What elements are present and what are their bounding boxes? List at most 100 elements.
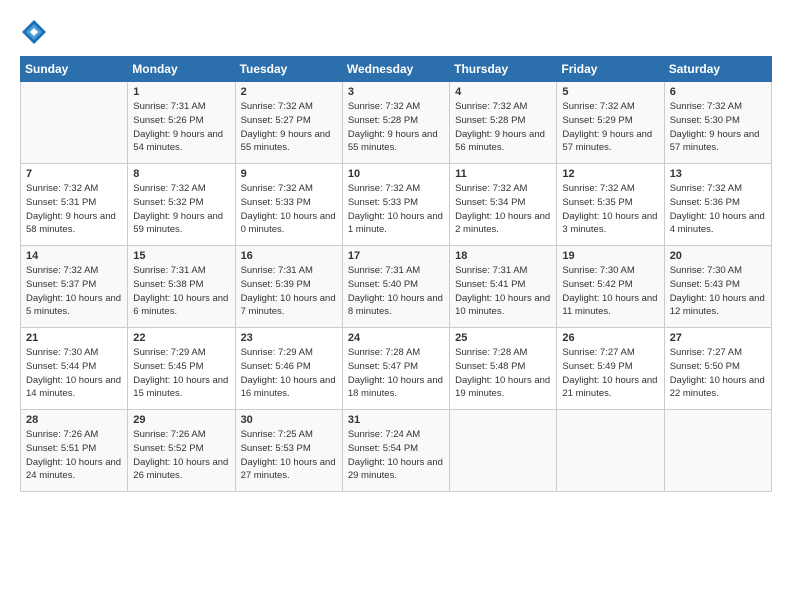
sunrise-text: Sunrise: 7:29 AM [241, 347, 313, 358]
sunset-text: Sunset: 5:40 PM [348, 279, 418, 290]
sunset-text: Sunset: 5:42 PM [562, 279, 632, 290]
cell-info: Sunrise: 7:28 AMSunset: 5:48 PMDaylight:… [455, 346, 551, 401]
daylight-text: Daylight: 10 hours and 8 minutes. [348, 293, 443, 318]
cell-info: Sunrise: 7:29 AM Sunset: 5:46 PM Daylight:… [241, 346, 337, 401]
calendar-cell: 27Sunrise: 7:27 AMSunset: 5:50 PMDayligh… [664, 328, 771, 410]
cell-info: Sunrise: 7:32 AMSunset: 5:34 PMDaylight:… [455, 182, 551, 237]
day-number: 15 [133, 250, 229, 262]
day-number: 3 [348, 86, 444, 98]
sunrise-text: Sunrise: 7:32 AM [348, 183, 420, 194]
daylight-text: Daylight: 10 hours and 1 minute. [348, 211, 443, 236]
sunrise-text: Sunrise: 7:24 AM [348, 429, 420, 440]
daylight-text: Daylight: 10 hours and 18 minutes. [348, 375, 443, 400]
calendar-cell: 19Sunrise: 7:30 AMSunset: 5:42 PMDayligh… [557, 246, 664, 328]
sunrise-text: Sunrise: 7:30 AM [26, 347, 98, 358]
daylight-text: Daylight: 9 hours and 59 minutes. [133, 211, 223, 236]
sunrise-text: Sunrise: 7:31 AM [348, 265, 420, 276]
sunset-text: Sunset: 5:28 PM [455, 115, 525, 126]
sunrise-text: Sunrise: 7:27 AM [670, 347, 742, 358]
calendar-cell [664, 410, 771, 492]
sunset-text: Sunset: 5:27 PM [241, 115, 311, 126]
sunrise-text: Sunrise: 7:31 AM [133, 101, 205, 112]
daylight-text: Daylight: 10 hours and 15 minutes. [133, 375, 228, 400]
daylight-text: Daylight: 10 hours and 2 minutes. [455, 211, 550, 236]
logo-icon [20, 18, 48, 46]
day-number: 12 [562, 168, 658, 180]
sunset-text: Sunset: 5:28 PM [348, 115, 418, 126]
sunset-text: Sunset: 5:41 PM [455, 279, 525, 290]
day-number: 5 [562, 86, 658, 98]
cell-info: Sunrise: 7:26 AMSunset: 5:52 PMDaylight:… [133, 428, 229, 483]
day-number: 11 [455, 168, 551, 180]
calendar-cell: 1Sunrise: 7:31 AMSunset: 5:26 PMDaylight… [128, 82, 235, 164]
cell-info: Sunrise: 7:27 AMSunset: 5:49 PMDaylight:… [562, 346, 658, 401]
sunset-text: Sunset: 5:51 PM [26, 443, 96, 454]
cell-info: Sunrise: 7:30 AMSunset: 5:43 PMDaylight:… [670, 264, 766, 319]
header [20, 18, 772, 46]
sunset-text: Sunset: 5:36 PM [670, 197, 740, 208]
cell-info: Sunrise: 7:25 AMSunset: 5:53 PMDaylight:… [241, 428, 337, 483]
cell-info: Sunrise: 7:31 AMSunset: 5:41 PMDaylight:… [455, 264, 551, 319]
calendar-cell: 2Sunrise: 7:32 AMSunset: 5:27 PMDaylight… [235, 82, 342, 164]
sunrise-text: Sunrise: 7:32 AM [241, 101, 313, 112]
col-header-sunday: Sunday [21, 57, 128, 82]
calendar-cell: 12 Sunrise: 7:32 AMSunset: 5:35 PMDayligh… [557, 164, 664, 246]
daylight-text: Daylight: 10 hours and 27 minutes. [241, 457, 336, 482]
sunset-text: Sunset: 5:50 PM [670, 361, 740, 372]
daylight-text: Daylight: 10 hours and 6 minutes. [133, 293, 228, 318]
sunset-text: Sunset: 5:33 PM [348, 197, 418, 208]
sunset-text: Sunset: 5:32 PM [133, 197, 203, 208]
cell-info: Sunrise: 7:28 AMSunset: 5:47 PMDaylight:… [348, 346, 444, 401]
sunset-text: Sunset: 5:43 PM [670, 279, 740, 290]
calendar-week-1: 1Sunrise: 7:31 AMSunset: 5:26 PMDaylight… [21, 82, 772, 164]
cell-info: Sunrise: 7:32 AMSunset: 5:31 PMDaylight:… [26, 182, 122, 237]
cell-info: Sunrise: 7:31 AMSunset: 5:26 PMDaylight:… [133, 100, 229, 155]
day-number: 13 [670, 168, 766, 180]
daylight-text: Daylight: 9 hours and 55 minutes. [348, 129, 438, 154]
calendar-week-3: 14Sunrise: 7:32 AMSunset: 5:37 PMDayligh… [21, 246, 772, 328]
day-number: 28 [26, 414, 122, 426]
calendar-cell: 6Sunrise: 7:32 AMSunset: 5:30 PMDaylight… [664, 82, 771, 164]
daylight-text: Daylight: 10 hours and 11 minutes. [562, 293, 657, 318]
day-number: 14 [26, 250, 122, 262]
col-header-saturday: Saturday [664, 57, 771, 82]
calendar-cell [557, 410, 664, 492]
calendar-week-4: 21Sunrise: 7:30 AMSunset: 5:44 PMDayligh… [21, 328, 772, 410]
day-number: 16 [241, 250, 337, 262]
day-number: 6 [670, 86, 766, 98]
cell-info: Sunrise: 7:32 AMSunset: 5:33 PMDaylight:… [241, 182, 337, 237]
calendar-cell: 17 Sunrise: 7:31 AM Sunset: 5:40 PM Dayligh… [342, 246, 449, 328]
sunset-text: Sunset: 5:45 PM [133, 361, 203, 372]
daylight-text: Daylight: 10 hours and 16 minutes. [241, 375, 336, 400]
sunset-text: Sunset: 5:46 PM [241, 361, 311, 372]
sunset-text: Sunset: 5:29 PM [562, 115, 632, 126]
sunrise-text: Sunrise: 7:28 AM [348, 347, 420, 358]
cell-info: Sunrise: 7:29 AMSunset: 5:45 PMDaylight:… [133, 346, 229, 401]
sunrise-text: Sunrise: 7:30 AM [670, 265, 742, 276]
day-number: 17 [348, 250, 444, 262]
calendar-cell: 25Sunrise: 7:28 AMSunset: 5:48 PMDayligh… [450, 328, 557, 410]
day-number: 23 [241, 332, 337, 344]
calendar-cell: 31Sunrise: 7:24 AMSunset: 5:54 PMDayligh… [342, 410, 449, 492]
daylight-text: Daylight: 10 hours and 29 minutes. [348, 457, 443, 482]
col-header-wednesday: Wednesday [342, 57, 449, 82]
sunrise-text: Sunrise: 7:32 AM [670, 101, 742, 112]
cell-info: Sunrise: 7:26 AMSunset: 5:51 PMDaylight:… [26, 428, 122, 483]
calendar-cell [450, 410, 557, 492]
col-header-thursday: Thursday [450, 57, 557, 82]
calendar-week-5: 28 Sunrise: 7:26 AMSunset: 5:51 PMDayligh… [21, 410, 772, 492]
day-number: 7 [26, 168, 122, 180]
daylight-text: Daylight: 9 hours and 57 minutes. [562, 129, 652, 154]
cell-info: Sunrise: 7:32 AMSunset: 5:35 PMDaylight:… [562, 182, 658, 237]
logo [20, 18, 50, 46]
sunrise-text: Sunrise: 7:25 AM [241, 429, 313, 440]
day-number: 20 [670, 250, 766, 262]
daylight-text: Daylight: 10 hours and 24 minutes. [26, 457, 121, 482]
sunrise-text: Sunrise: 7:28 AM [455, 347, 527, 358]
sunrise-text: Sunrise: 7:27 AM [562, 347, 634, 358]
col-header-friday: Friday [557, 57, 664, 82]
cell-info: Sunrise: 7:27 AMSunset: 5:50 PMDaylight:… [670, 346, 766, 401]
sunrise-text: Sunrise: 7:32 AM [455, 101, 527, 112]
cell-info: Sunrise: 7:31 AM Sunset: 5:40 PM Daylight:… [348, 264, 444, 319]
calendar-cell: 29Sunrise: 7:26 AMSunset: 5:52 PMDayligh… [128, 410, 235, 492]
